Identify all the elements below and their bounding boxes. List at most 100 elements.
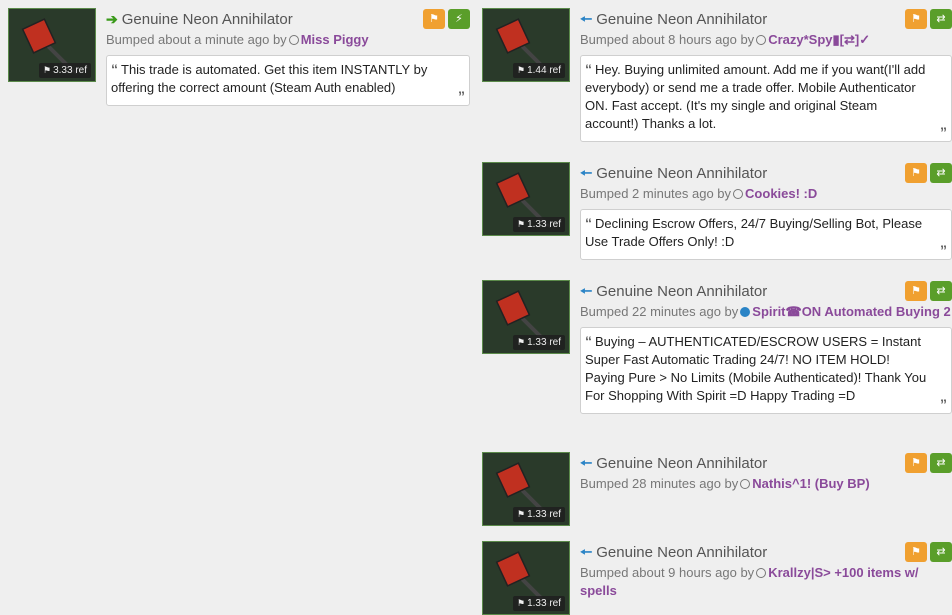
quote-close-icon: ” [940, 124, 947, 140]
quote-open-icon: “ [111, 61, 118, 77]
item-title[interactable]: Genuine Neon Annihilator [596, 544, 767, 561]
listing-description: “This trade is automated. Get this item … [106, 55, 470, 106]
quote-close-icon: ” [940, 242, 947, 258]
tag-icon: ⚑ [517, 598, 526, 608]
user-link[interactable]: Crazy*Spy▮[⇄]✓ [768, 32, 870, 47]
offline-status-icon [288, 34, 299, 45]
flag-button[interactable]: ⚑ [905, 281, 927, 301]
trade-button[interactable]: ⇄ [930, 163, 952, 183]
item-title[interactable]: Genuine Neon Annihilator [596, 11, 767, 28]
flag-button[interactable]: ⚑ [905, 163, 927, 183]
price-tag: ⚑ 1.33 ref [513, 217, 565, 232]
item-thumbnail[interactable]: ⚑ 1.33 ref [482, 162, 570, 236]
action-buttons: ⚑ ⇄ [902, 453, 952, 475]
action-buttons: ⚑ ⇄ [902, 281, 952, 303]
flag-button[interactable]: ⚑ [905, 9, 927, 29]
trade-button[interactable]: ⇄ [930, 9, 952, 29]
item-title[interactable]: Genuine Neon Annihilator [596, 283, 767, 300]
online-status-icon [740, 306, 751, 317]
exchange-icon: ⇄ [936, 285, 946, 297]
price-tag: ⚑ 1.44 ref [513, 63, 565, 78]
flag-icon: ⚑ [911, 13, 921, 25]
price-tag: ⚑ 1.33 ref [513, 596, 565, 611]
arrow-left-icon: 🠔 [580, 544, 593, 560]
offline-status-icon [756, 34, 767, 45]
arrow-right-icon: ➔ [106, 11, 118, 27]
listing-description: “Buying – AUTHENTICATED/ESCROW USERS = I… [580, 327, 952, 414]
bumped-info: Bumped about 9 hours ago by Krallzy|S> +1… [580, 565, 919, 598]
bumped-info: Bumped about 8 hours ago by Crazy*Spy▮[⇄]… [580, 32, 871, 47]
tag-icon: ⚑ [517, 219, 526, 229]
exchange-icon: ⇄ [936, 546, 946, 558]
bumped-info: Bumped 28 minutes ago by Nathis^1! (Buy B… [580, 476, 870, 491]
offline-status-icon [756, 567, 767, 578]
trade-button[interactable]: ⇄ [930, 542, 952, 562]
price-tag: ⚑ 3.33 ref [39, 63, 91, 78]
exchange-icon: ⇄ [936, 167, 946, 179]
action-buttons: ⚑ ⇄ [902, 542, 952, 564]
exchange-icon: ⇄ [936, 457, 946, 469]
action-buttons: ⚑ ⚡︎ [420, 9, 470, 31]
quote-close-icon: ” [458, 88, 465, 104]
item-thumbnail[interactable]: ⚑ 1.33 ref [482, 541, 570, 615]
tag-icon: ⚑ [517, 65, 526, 75]
flag-button[interactable]: ⚑ [905, 542, 927, 562]
flag-button[interactable]: ⚑ [423, 9, 445, 29]
bumped-info: Bumped 22 minutes ago by Spirit☎ON Automa… [580, 304, 951, 319]
price-tag: ⚑ 1.33 ref [513, 507, 565, 522]
user-link[interactable]: Cookies! :D [745, 186, 817, 201]
listing-body: 🠔 Genuine Neon Annihilator ⚑ ⇄ Bumped 2 mi… [580, 162, 952, 260]
arrow-left-icon: 🠔 [580, 11, 593, 27]
exchange-icon: ⇄ [936, 13, 946, 25]
listing-body: 🠔 Genuine Neon Annihilator ⚑ ⇄ Bumped 28 m… [580, 452, 952, 493]
flag-icon: ⚑ [911, 457, 921, 469]
listing-body: 🠔 Genuine Neon Annihilator ⚑ ⇄ Bumped abou… [580, 8, 952, 142]
trade-button[interactable]: ⇄ [930, 281, 952, 301]
user-link[interactable]: Spirit☎ON Automated Buying 2 [752, 304, 950, 319]
flag-icon: ⚑ [911, 285, 921, 297]
listing-title-row: ➔ Genuine Neon Annihilator ⚑ ⚡︎ [106, 8, 470, 30]
listing-title-row: 🠔 Genuine Neon Annihilator ⚑ ⇄ [580, 541, 952, 563]
price-tag: ⚑ 1.33 ref [513, 335, 565, 350]
quote-open-icon: “ [585, 61, 592, 77]
flag-icon: ⚑ [911, 167, 921, 179]
bumped-info: Bumped about a minute ago by Miss Piggy [106, 32, 369, 47]
arrow-left-icon: 🠔 [580, 455, 593, 471]
trade-button[interactable]: ⇄ [930, 453, 952, 473]
offline-status-icon [740, 478, 751, 489]
listing-body: ➔ Genuine Neon Annihilator ⚑ ⚡︎ Bumped abo… [106, 8, 470, 106]
item-thumbnail[interactable]: ⚑ 1.33 ref [482, 280, 570, 354]
listing-description: “Hey. Buying unlimited amount. Add me if… [580, 55, 952, 142]
item-thumbnail[interactable]: ⚑ 3.33 ref [8, 8, 96, 82]
listing-description: “Declining Escrow Offers, 24/7 Buying/Se… [580, 209, 952, 260]
action-buttons: ⚑ ⇄ [902, 9, 952, 31]
arrow-left-icon: 🠔 [580, 165, 593, 181]
item-title[interactable]: Genuine Neon Annihilator [122, 11, 293, 28]
action-buttons: ⚑ ⇄ [902, 163, 952, 185]
bumped-info: Bumped 2 minutes ago by Cookies! :D [580, 186, 818, 201]
arrow-left-icon: 🠔 [580, 283, 593, 299]
quote-close-icon: ” [940, 396, 947, 412]
listing-title-row: 🠔 Genuine Neon Annihilator ⚑ ⇄ [580, 162, 952, 184]
item-thumbnail[interactable]: ⚑ 1.44 ref [482, 8, 570, 82]
user-link[interactable]: Miss Piggy [301, 32, 369, 47]
instant-buy-button[interactable]: ⚡︎ [448, 9, 470, 29]
user-link[interactable]: Nathis^1! (Buy BP) [752, 476, 869, 491]
flag-icon: ⚑ [911, 546, 921, 558]
flag-button[interactable]: ⚑ [905, 453, 927, 473]
lightning-icon: ⚡︎ [455, 13, 463, 25]
quote-open-icon: “ [585, 333, 592, 349]
listing-title-row: 🠔 Genuine Neon Annihilator ⚑ ⇄ [580, 8, 952, 30]
tag-icon: ⚑ [43, 65, 52, 75]
item-title[interactable]: Genuine Neon Annihilator [596, 455, 767, 472]
quote-open-icon: “ [585, 215, 592, 231]
item-thumbnail[interactable]: ⚑ 1.33 ref [482, 452, 570, 526]
listing-body: 🠔 Genuine Neon Annihilator ⚑ ⇄ Bumped 22 m… [580, 280, 952, 414]
offline-status-icon [733, 188, 744, 199]
tag-icon: ⚑ [517, 337, 526, 347]
flag-icon: ⚑ [429, 13, 439, 25]
listing-title-row: 🠔 Genuine Neon Annihilator ⚑ ⇄ [580, 280, 952, 302]
item-title[interactable]: Genuine Neon Annihilator [596, 165, 767, 182]
listing-body: 🠔 Genuine Neon Annihilator ⚑ ⇄ Bumped abou… [580, 541, 952, 600]
tag-icon: ⚑ [517, 509, 526, 519]
